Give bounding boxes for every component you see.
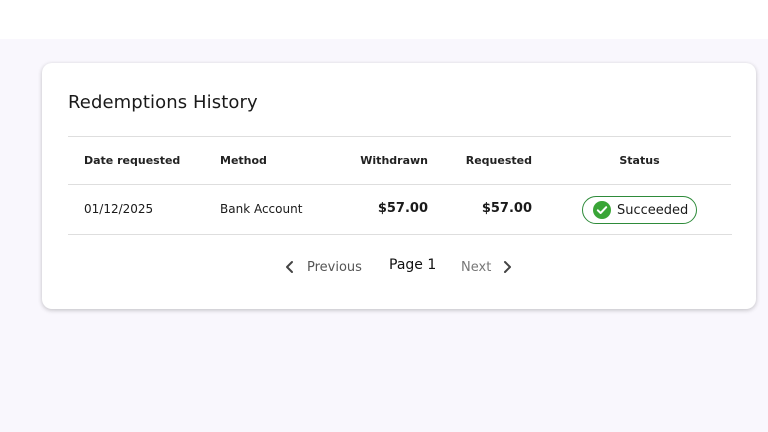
redemptions-history-card: Redemptions History Date requested Metho… xyxy=(42,63,756,309)
previous-page-label: Previous xyxy=(307,259,362,275)
status-badge-label: Succeeded xyxy=(617,202,689,218)
card-title: Redemptions History xyxy=(68,92,258,113)
next-page-button[interactable]: Next xyxy=(461,256,515,278)
column-header-method[interactable]: Method xyxy=(220,154,267,167)
header-bottom-divider xyxy=(68,184,731,185)
current-page-indicator: Page 1 xyxy=(389,257,437,273)
column-header-requested[interactable]: Requested xyxy=(452,154,532,167)
status-badge: Succeeded xyxy=(582,196,697,224)
column-header-withdrawn[interactable]: Withdrawn xyxy=(342,154,428,167)
column-header-status[interactable]: Status xyxy=(582,154,697,167)
top-bar xyxy=(0,0,768,39)
previous-page-button[interactable]: Previous xyxy=(282,256,362,278)
check-circle-icon xyxy=(593,201,611,219)
cell-method: Bank Account xyxy=(220,202,303,216)
cell-requested: $57.00 xyxy=(481,201,532,216)
chevron-left-icon xyxy=(282,259,298,275)
row-bottom-divider xyxy=(68,234,732,235)
cell-date-requested: 01/12/2025 xyxy=(84,202,154,216)
cell-withdrawn: $57.00 xyxy=(377,201,428,216)
column-header-date-requested[interactable]: Date requested xyxy=(84,154,180,167)
next-page-label: Next xyxy=(461,259,492,275)
chevron-right-icon xyxy=(499,259,515,275)
header-top-divider xyxy=(68,136,731,137)
